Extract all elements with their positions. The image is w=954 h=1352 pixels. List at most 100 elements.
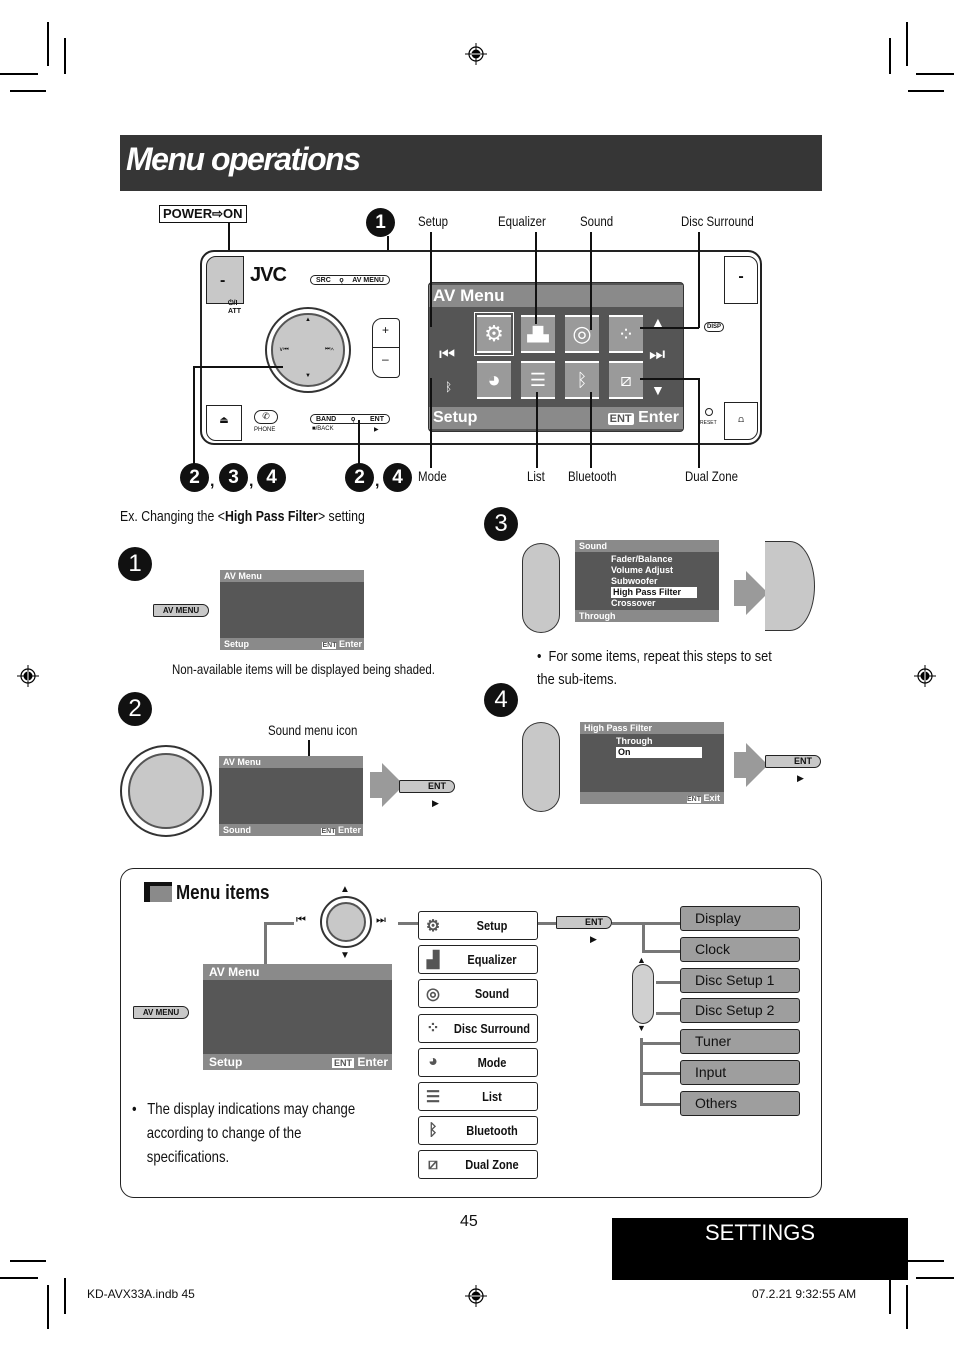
step4-screen: High Pass Filter Through On ENT Exit [580, 722, 724, 804]
car-stereo-faceplate: - ⏻/I ATT JVC SRC ǫ AV MENU ▲ ▼ ∨⏮ ⏭∧ + – … [200, 250, 762, 445]
menu-items-heading: Menu items [176, 882, 270, 904]
band-ent-button[interactable]: BAND ǫ ENT [310, 414, 390, 424]
callout-equalizer: Equalizer [498, 213, 546, 229]
screen-header: Sound [575, 540, 719, 552]
dial-side-view[interactable] [522, 543, 560, 633]
list-item[interactable]: Volume Adjust [611, 565, 697, 576]
equalizer-tile[interactable]: ▟▙ [521, 315, 555, 353]
sub-menu-tuner[interactable]: Tuner [680, 1029, 800, 1055]
volume-up[interactable]: + [382, 323, 389, 337]
ent-button[interactable]: ENT [765, 755, 821, 768]
phone-button[interactable]: ✆ [254, 410, 278, 424]
sub-menu-disc-setup-1[interactable]: Disc Setup 1 [680, 967, 800, 993]
comma: , [249, 473, 254, 490]
disp-button[interactable]: DISP [704, 322, 725, 332]
registration-mark-icon [17, 665, 39, 687]
crop-mark [916, 1277, 954, 1279]
sub-menu-others[interactable]: Others [680, 1090, 800, 1116]
step-3-marker: 3 [484, 507, 518, 541]
mode-icon: ◕ [428, 1053, 438, 1071]
dual-zone-tile[interactable]: ⧄ [609, 361, 643, 399]
setup-tile[interactable]: ⚙ [474, 312, 514, 356]
step1-screen: AV Menu Setup ENT Enter [220, 570, 364, 650]
menu-item-sound[interactable]: ◎ Sound [418, 979, 538, 1009]
menu-item-label: Mode [477, 1054, 507, 1070]
dial-side-view[interactable] [522, 722, 560, 812]
mode-tile[interactable]: ◕ [477, 361, 511, 399]
screen-footer: Sound ENT Enter [219, 824, 363, 836]
title-bar: Menu operations [120, 135, 822, 191]
list-item[interactable]: Crossover [611, 598, 697, 609]
menu-items-note: • The display indications may change acc… [132, 1101, 356, 1166]
screen-footer: Setup ENT Enter [429, 407, 683, 429]
next-icon: ⏭ [649, 344, 666, 364]
sound-tile[interactable]: ◎ [565, 315, 599, 353]
menu-item-label: List [482, 1089, 502, 1104]
up-arrow-icon: ▲ [637, 955, 646, 965]
menu-item-dual-zone[interactable]: ⧄ Dual Zone [418, 1150, 538, 1180]
av-menu-button[interactable]: AV MENU [153, 604, 209, 617]
sub-menu-input[interactable]: Input [680, 1060, 800, 1085]
sub-menu-disc-setup-2[interactable]: Disc Setup 2 [680, 998, 800, 1024]
enter-label: Enter [638, 409, 679, 426]
reset-button[interactable] [705, 408, 713, 416]
crop-mark [47, 1285, 49, 1329]
volume-down[interactable]: – [382, 352, 389, 366]
volume-rocker[interactable]: + – [372, 318, 400, 378]
screen-header: AV Menu [429, 285, 683, 307]
list-item[interactable]: High Pass Filter [611, 587, 697, 598]
control-dial[interactable] [320, 896, 372, 948]
down-arrow-icon: ▼ [651, 382, 665, 398]
menu-item-equalizer[interactable]: ▟ Equalizer [418, 945, 538, 975]
control-dial[interactable] [120, 745, 212, 837]
screen-footer: Setup ENT Enter [203, 1054, 392, 1070]
list-item[interactable]: Subwoofer [611, 576, 697, 587]
speaker-icon: ◎ [426, 985, 440, 1003]
av-menu-label: AV MENU [352, 276, 384, 284]
step-marker: 2 [345, 463, 374, 492]
ent-button[interactable]: ENT [556, 916, 612, 929]
play-label: ▶ [374, 427, 379, 433]
step3-note: • For some items, repeat this steps to s… [537, 648, 772, 688]
menu-item-list[interactable]: ☰ List [418, 1082, 538, 1111]
screen-footer: ENT Exit [580, 792, 724, 804]
crop-mark [0, 73, 38, 75]
dial-side-view[interactable] [632, 964, 654, 1024]
ent-button[interactable]: ENT [399, 780, 455, 793]
av-menu-button[interactable]: AV MENU [133, 1006, 189, 1019]
eject-button[interactable]: ⏏ [206, 405, 242, 441]
crop-mark [64, 38, 66, 74]
menu-item-label: Equalizer [467, 952, 517, 968]
menu-item-bluetooth[interactable]: ᛒ Bluetooth [418, 1116, 538, 1146]
screen-header: AV Menu [203, 964, 392, 980]
bluetooth-icon: ᛒ [428, 1121, 438, 1139]
list-tile[interactable]: ☰ [521, 361, 555, 399]
bluetooth-tile[interactable]: ᛒ [565, 361, 599, 399]
sub-menu-display[interactable]: Display [680, 906, 800, 931]
disc-surround-tile[interactable]: ⁘ [609, 315, 643, 353]
bluetooth-small-icon: ᛒ [445, 380, 453, 394]
screen-footer: Through [575, 610, 719, 622]
src-label: SRC [316, 276, 331, 284]
list-item[interactable]: Through [616, 736, 702, 747]
comma: , [210, 473, 215, 490]
menu-item-mode[interactable]: ◕ Mode [418, 1047, 538, 1077]
dial-right-edge[interactable] [765, 541, 815, 631]
step2-screen: AV Menu Sound ENT Enter [219, 756, 363, 836]
list-item[interactable]: On [616, 747, 702, 758]
list-item[interactable]: Fader/Balance [611, 554, 697, 565]
sound-item-list: Fader/Balance Volume Adjust Subwoofer High … [611, 554, 697, 609]
tilt-button[interactable]: ⩍ [724, 402, 758, 440]
detach-button[interactable]: - [724, 256, 758, 304]
callout-sound: Sound [580, 213, 614, 229]
knob-icon: ǫ [339, 276, 344, 284]
src-av-menu-button[interactable]: SRC ǫ AV MENU [310, 275, 390, 285]
sub-menu-clock[interactable]: Clock [680, 936, 800, 962]
control-dial[interactable]: ▲ ▼ ∨⏮ ⏭∧ [265, 307, 351, 393]
menu-item-setup[interactable]: ⚙ Setup [418, 911, 538, 940]
menu-item-label: Bluetooth [466, 1123, 518, 1139]
menu-item-disc-surround[interactable]: ⁘ Disc Surround [418, 1013, 538, 1043]
menu-item-label: Sound [474, 986, 510, 1002]
arrow-right-icon [734, 580, 746, 606]
hpf-option-list: Through On [616, 736, 702, 758]
